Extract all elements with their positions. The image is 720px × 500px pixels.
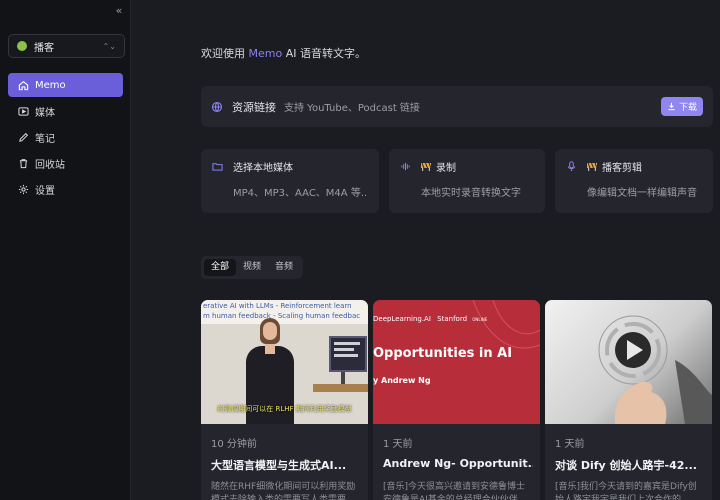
tab-audio[interactable]: 音频 [268, 259, 300, 276]
card-title: 大型语言模型与生成式AI... [211, 459, 347, 472]
sidebar-item-trash[interactable]: 回收站 [8, 151, 123, 175]
resource-link-input[interactable]: 支持 YouTube、Podcast 链接 [284, 99, 661, 114]
filter-tabs: 全部 视频 音频 [201, 256, 304, 279]
local-media-card[interactable]: 选择本地媒体 MP4、MP3、AAC、M4A 等... [201, 149, 379, 213]
waveform-icon [401, 162, 410, 171]
gear-icon [18, 184, 29, 194]
card-description: [音乐]我们今天请到的嘉宾是Dify创始人路宇我宇是我们上次合作的 [555, 482, 697, 500]
construction-icon [421, 162, 431, 171]
card-description: 随然在RHF细微化期间可以利用奖励模式去除输入类的需要写人类需要 [211, 482, 356, 500]
play-hologram-illustration [598, 315, 712, 424]
thumbnail-header: erative AI with LLMs - Reinforcement lea… [203, 302, 352, 310]
sidebar: « 播客 ⌃⌄ Memo 媒体 笔记 回收站 设置 [0, 0, 131, 500]
card-description: [音乐]今天很高兴邀请到安德鲁博士安德鲁是AI基金的总经理合伙伙伴 [383, 482, 526, 500]
podcast-edit-card[interactable]: 播客剪辑 像编辑文档一样编辑声音 [555, 149, 713, 213]
sidebar-item-settings[interactable]: 设置 [8, 177, 123, 201]
download-icon [668, 102, 675, 111]
tool-title: 录制 [436, 163, 456, 174]
home-icon [18, 80, 29, 90]
tool-subtitle: 本地实时录音转换文字 [421, 188, 521, 199]
sidebar-item-media[interactable]: 媒体 [8, 99, 123, 123]
card-time: 1 天前 [555, 439, 585, 450]
tool-title: 选择本地媒体 [233, 163, 293, 174]
card-title: Andrew Ng- Opportunit... [383, 457, 533, 470]
sidebar-item-label: Memo [35, 79, 66, 91]
sidebar-item-label: 媒体 [35, 107, 55, 119]
thumbnail-brand: Stanford [437, 315, 468, 323]
thumbnail-caption: 的微调期间可以在 RLHF 期间利用奖励模型 [217, 405, 352, 413]
sidebar-item-label: 笔记 [35, 133, 55, 145]
tab-video[interactable]: 视频 [236, 259, 268, 276]
thumbnail-brand: ONLINE [472, 317, 488, 322]
globe-icon [211, 101, 223, 112]
workspace-label: 播客 [34, 42, 54, 54]
card-time: 10 分钟前 [211, 439, 257, 450]
video-thumbnail: erative AI with LLMs - Reinforcement lea… [201, 300, 368, 424]
media-card[interactable]: erative AI with LLMs - Reinforcement lea… [201, 300, 368, 500]
sidebar-item-notes[interactable]: 笔记 [8, 125, 123, 149]
thumbnail-author: y Andrew Ng [373, 376, 431, 385]
tool-subtitle: MP4、MP3、AAC、M4A 等... [233, 188, 368, 199]
video-icon [18, 106, 29, 116]
thumbnail-title: Opportunities in AI [373, 346, 513, 361]
sidebar-nav: Memo 媒体 笔记 回收站 设置 [8, 73, 123, 203]
sidebar-item-label: 设置 [35, 185, 55, 197]
welcome-suffix: AI 语音转文字。 [285, 47, 366, 60]
chevron-updown-icon: ⌃⌄ [102, 41, 116, 51]
card-time: 1 天前 [383, 439, 413, 450]
construction-icon [587, 162, 597, 171]
workspace-color-dot [17, 41, 27, 51]
download-label: 下载 [678, 103, 697, 113]
video-thumbnail: DeepLearning.AI Stanford ONLINE Opportun… [373, 300, 540, 424]
welcome-prefix: 欢迎使用 [201, 47, 245, 60]
collapse-sidebar-icon[interactable]: « [111, 4, 127, 18]
media-card[interactable]: DeepLearning.AI Stanford ONLINE Opportun… [373, 300, 540, 500]
pencil-icon [19, 132, 29, 142]
tab-all[interactable]: 全部 [204, 259, 237, 276]
resource-title: 资源链接 [232, 100, 276, 114]
sidebar-item-label: 回收站 [35, 159, 65, 171]
workspace-select[interactable]: 播客 ⌃⌄ [8, 34, 125, 58]
tool-subtitle: 像编辑文档一样编辑声音 [587, 188, 697, 199]
microphone-icon [567, 161, 576, 172]
record-card[interactable]: 录制 本地实时录音转换文字 [389, 149, 545, 213]
card-title: 对谈 Dify 创始人路宇-42... [555, 459, 697, 472]
media-card[interactable]: 1 天前 对谈 Dify 创始人路宇-42... [音乐]我们今天请到的嘉宾是D… [545, 300, 712, 500]
resource-link-bar[interactable]: 资源链接 支持 YouTube、Podcast 链接 下载 [201, 86, 713, 127]
sidebar-item-memo[interactable]: Memo [8, 73, 123, 97]
trash-icon [19, 158, 28, 168]
video-thumbnail [545, 300, 712, 424]
folder-icon [212, 163, 223, 171]
download-button[interactable]: 下载 [661, 97, 703, 116]
thumbnail-brand: DeepLearning.AI [373, 315, 431, 323]
welcome-brand: Memo [248, 47, 283, 60]
welcome-text: 欢迎使用 Memo AI 语音转文字。 [201, 45, 366, 61]
tool-title: 播客剪辑 [602, 163, 642, 174]
thumbnail-header: m human feedback - Scaling human feedbac [203, 312, 361, 320]
